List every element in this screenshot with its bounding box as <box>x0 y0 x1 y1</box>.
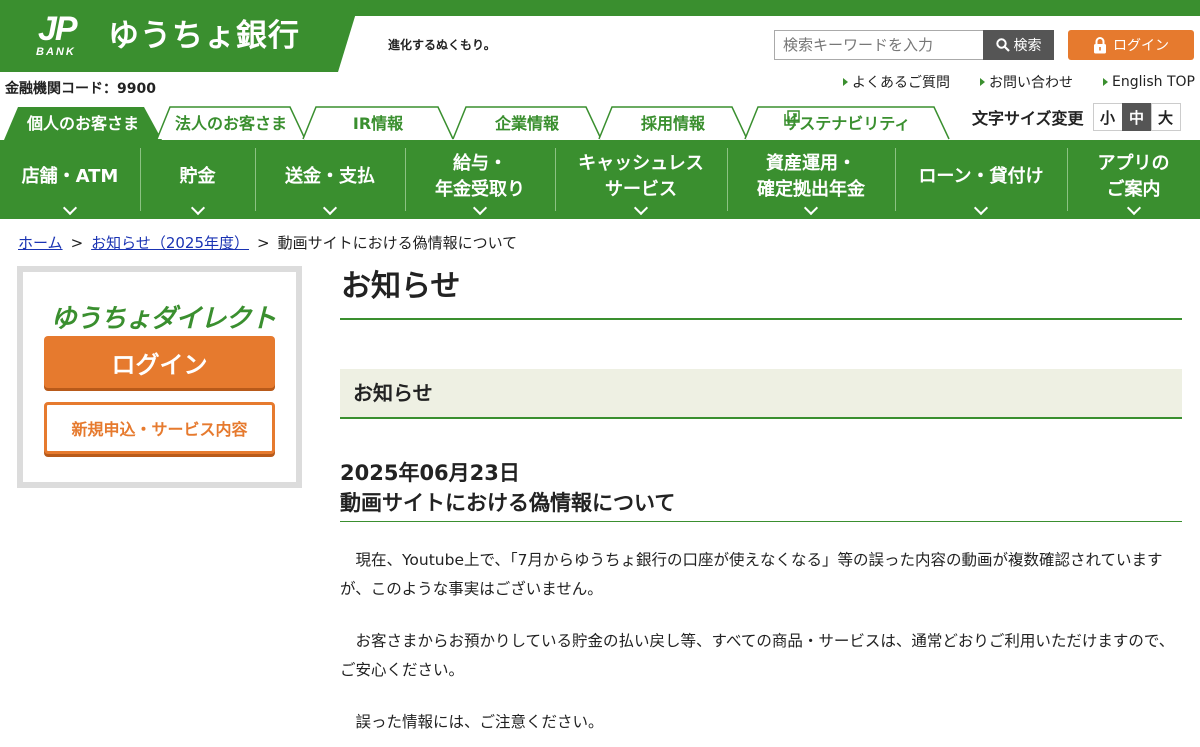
nav-label: ローン・貸付け <box>918 165 1044 187</box>
search-button-label: 検索 <box>1013 38 1042 54</box>
chevron-down-icon <box>322 200 338 216</box>
nav-label: 貯金 <box>179 165 216 187</box>
breadcrumb-separator: > <box>257 233 270 252</box>
tab-label: 企業情報 <box>494 114 559 133</box>
login-button-label: ログイン <box>1113 38 1169 54</box>
tab-label: IR情報 <box>352 114 404 133</box>
triangle-right-icon <box>1102 78 1108 86</box>
chevron-down-icon <box>633 200 649 216</box>
logo[interactable]: JP BANK ゆうちょ銀行 <box>0 0 360 72</box>
util-link-contact[interactable]: お問い合わせ <box>979 72 1073 92</box>
search-icon <box>995 38 1010 52</box>
breadcrumb-parent[interactable]: お知らせ（2025年度） <box>91 232 249 253</box>
nav-salary-pension[interactable]: 給与・ 年金受取り <box>405 140 555 219</box>
category-tabs: 個人のお客さま 法人のお客さま IR情報 企業情報 採用情報 サステナビリティ <box>0 104 960 140</box>
tab-ir[interactable]: IR情報 <box>302 104 454 140</box>
utility-links: よくあるご質問 お問い合わせ English TOP <box>842 72 1195 92</box>
nav-label: キャッシュレス サービス <box>578 152 704 200</box>
breadcrumb: ホーム > お知らせ（2025年度） > 動画サイトにおける偽情報について <box>18 232 517 253</box>
login-button[interactable]: ログイン <box>1068 30 1194 60</box>
body-paragraph: お客さまからお預かりしている貯金の払い戻し等、すべての商品・サービスは、通常どお… <box>340 632 1175 679</box>
nav-asset-management[interactable]: 資産運用・ 確定拠出年金 <box>727 140 895 219</box>
direct-apply-button[interactable]: 新規申込・サービス内容 <box>44 402 275 454</box>
util-link-label: English TOP <box>1111 74 1195 90</box>
yucho-direct-logo: ゆうちょダイレクト <box>50 304 276 334</box>
nav-cashless[interactable]: キャッシュレス サービス <box>555 140 727 219</box>
tagline: 進化するぬくもり。 <box>388 38 496 52</box>
font-size-switcher: 文字サイズ変更 小 中 大 <box>972 103 1181 131</box>
tab-sustainability[interactable]: サステナビリティ <box>744 104 950 140</box>
tab-personal[interactable]: 個人のお客さま <box>4 104 162 140</box>
chevron-down-icon <box>1126 200 1141 216</box>
bank-code: 金融機関コード：9900 <box>5 81 156 97</box>
yucho-direct-box: ゆうちょダイレクト ログイン 新規申込・サービス内容 <box>17 266 302 488</box>
logo-jp: JP <box>38 10 78 48</box>
tab-label: 個人のお客さま <box>26 114 139 133</box>
breadcrumb-separator: > <box>70 233 84 252</box>
page-title: お知らせ <box>340 266 1182 320</box>
triangle-right-icon <box>979 78 985 86</box>
triangle-right-icon <box>842 78 848 86</box>
font-size-small[interactable]: 小 <box>1092 103 1123 131</box>
chevron-down-icon <box>472 200 488 216</box>
direct-login-button[interactable]: ログイン <box>44 336 275 388</box>
chevron-down-icon <box>62 200 78 216</box>
breadcrumb-home[interactable]: ホーム <box>18 232 63 253</box>
util-link-label: よくあるご質問 <box>851 75 950 91</box>
breadcrumb-current: 動画サイトにおける偽情報について <box>277 234 518 252</box>
search-input[interactable] <box>774 30 984 60</box>
lock-icon <box>1094 36 1106 53</box>
tab-label: 法人のお客さま <box>174 114 287 133</box>
section-heading: お知らせ <box>340 369 1182 419</box>
nav-stores-atm[interactable]: 店舗・ATM <box>0 140 140 219</box>
tab-label: 採用情報 <box>640 114 705 133</box>
util-link-faq[interactable]: よくあるご質問 <box>842 72 950 92</box>
nav-label: 資産運用・ 確定拠出年金 <box>757 152 865 200</box>
logo-bank-name: ゆうちょ銀行 <box>108 18 300 54</box>
font-size-label: 文字サイズ変更 <box>972 109 1084 128</box>
font-size-medium[interactable]: 中 <box>1121 103 1152 131</box>
tab-label: サステナビリティ <box>783 114 911 133</box>
chevron-down-icon <box>190 200 205 216</box>
nav-label: 給与・ 年金受取り <box>435 152 525 200</box>
chevron-down-icon <box>803 200 819 216</box>
search-button[interactable]: 検索 <box>983 30 1054 60</box>
news-date: 2025年06月23日 <box>340 461 520 485</box>
nav-loans[interactable]: ローン・貸付け <box>895 140 1067 219</box>
chevron-down-icon <box>973 200 989 216</box>
nav-label: アプリの ご案内 <box>1097 152 1170 200</box>
font-size-large[interactable]: 大 <box>1150 103 1181 131</box>
main-nav: 店舗・ATM 貯金 送金・支払 給与・ 年金受取り キャッシュレス サービス 資… <box>0 140 1200 219</box>
news-title: 動画サイトにおける偽情報について <box>340 488 1182 522</box>
nav-savings[interactable]: 貯金 <box>140 140 255 219</box>
util-link-label: お問い合わせ <box>988 75 1073 91</box>
nav-label: 送金・支払 <box>285 165 375 187</box>
tab-corporate[interactable]: 法人のお客さま <box>156 104 306 140</box>
tab-recruit[interactable]: 採用情報 <box>598 104 748 140</box>
body-paragraph: 誤った情報には、ご注意ください。 <box>355 713 604 731</box>
logo-bank: BANK <box>36 46 76 58</box>
util-link-english[interactable]: English TOP <box>1102 72 1195 92</box>
nav-app[interactable]: アプリの ご案内 <box>1067 140 1200 219</box>
nav-remittance[interactable]: 送金・支払 <box>255 140 405 219</box>
body-paragraph: 現在、Youtube上で、「7月からゆうちょ銀行の口座が使えなくなる」等の誤った… <box>340 551 1163 598</box>
nav-label: 店舗・ATM <box>21 165 119 187</box>
tab-company[interactable]: 企業情報 <box>452 104 602 140</box>
